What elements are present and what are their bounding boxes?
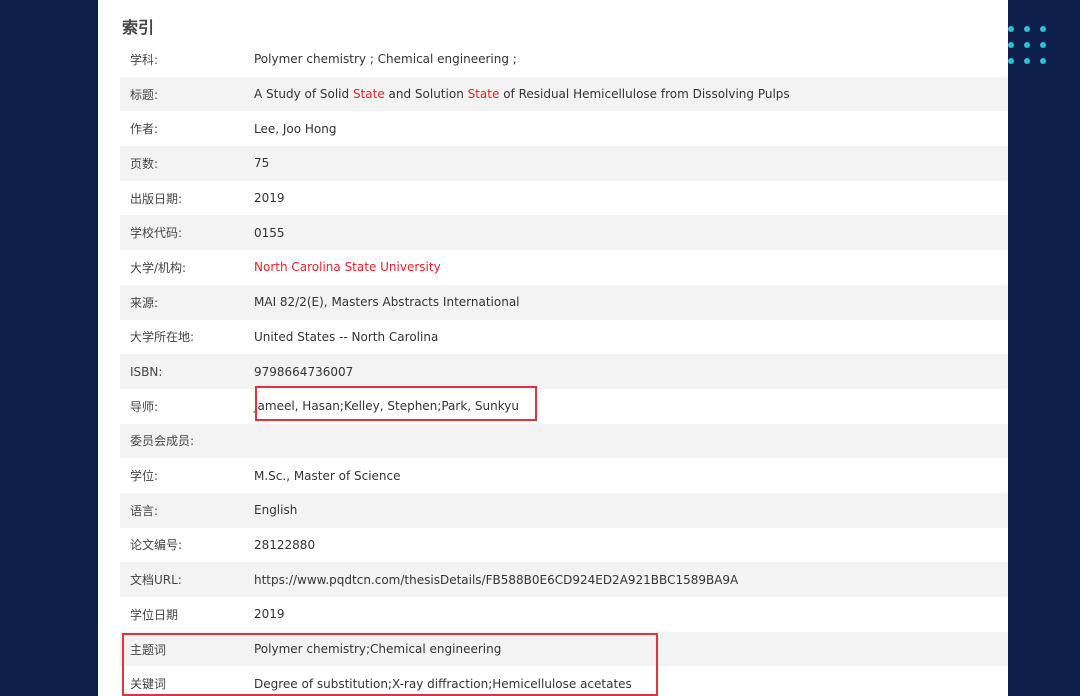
row-value: 75 bbox=[254, 156, 270, 171]
row-value: Lee, Joo Hong bbox=[254, 121, 337, 136]
title-value: A Study of Solid State and Solution Stat… bbox=[254, 87, 790, 102]
row-advisor: 导师: Jameel, Hasan;Kelley, Stephen;Park, … bbox=[120, 389, 1008, 424]
row-label: 大学/机构: bbox=[130, 260, 187, 275]
metadata-table: 学科: Polymer chemistry ; Chemical enginee… bbox=[120, 42, 1008, 696]
row-pages: 页数: 75 bbox=[120, 146, 1008, 181]
row-value: 9798664736007 bbox=[254, 364, 354, 379]
row-isbn: ISBN: 9798664736007 bbox=[120, 354, 1008, 389]
row-value: MAI 82/2(E), Masters Abstracts Internati… bbox=[254, 295, 520, 310]
row-school-code: 学校代码: 0155 bbox=[120, 215, 1008, 251]
row-committee: 委员会成员: bbox=[120, 423, 1008, 459]
row-label: 学科: bbox=[130, 52, 159, 67]
row-label: 标题: bbox=[130, 87, 159, 102]
row-value: United States -- North Carolina bbox=[254, 329, 439, 344]
row-keywords: 关键词 Degree of substitution;X-ray diffrac… bbox=[120, 666, 1008, 696]
row-value: 2019 bbox=[254, 191, 285, 206]
row-label: 论文编号: bbox=[130, 538, 183, 553]
row-label: 出版日期: bbox=[130, 191, 183, 206]
dot bbox=[1008, 42, 1014, 48]
row-label: 语言: bbox=[130, 503, 159, 518]
row-value: 0155 bbox=[254, 225, 285, 240]
row-label: ISBN: bbox=[130, 364, 163, 379]
row-value: 28122880 bbox=[254, 537, 316, 552]
dot bbox=[1040, 42, 1046, 48]
row-value: Degree of substitution;X-ray diffraction… bbox=[254, 676, 632, 691]
row-degree-date: 学位日期 2019 bbox=[120, 597, 1008, 632]
index-panel: 索引 学科: Polymer chemistry ; Chemical engi… bbox=[98, 0, 1008, 696]
row-pub-date: 出版日期: 2019 bbox=[120, 181, 1008, 216]
row-label: 文档URL: bbox=[130, 573, 182, 588]
dot bbox=[1008, 26, 1014, 32]
row-label: 委员会成员: bbox=[130, 434, 195, 449]
dot bbox=[1008, 58, 1014, 64]
decorative-dots bbox=[1008, 26, 1046, 66]
row-label: 学位日期 bbox=[130, 607, 179, 622]
university-link[interactable]: North Carolina State University bbox=[254, 260, 1008, 274]
row-value: 2019 bbox=[254, 607, 285, 622]
doc-url-link[interactable]: https://www.pqdtcn.com/thesisDetails/FB5… bbox=[254, 573, 1008, 587]
row-label: 大学所在地: bbox=[130, 330, 195, 345]
row-author: 作者: Lee, Joo Hong bbox=[120, 111, 1008, 146]
row-label: 主题词 bbox=[130, 642, 167, 657]
dot bbox=[1040, 26, 1046, 32]
row-label: 学位: bbox=[130, 469, 159, 484]
dot bbox=[1040, 58, 1046, 64]
row-source: 来源: MAI 82/2(E), Masters Abstracts Inter… bbox=[120, 284, 1008, 320]
row-subject: 学科: Polymer chemistry ; Chemical enginee… bbox=[120, 42, 1008, 77]
row-university: 大学/机构: North Carolina State University bbox=[120, 250, 1008, 285]
row-label: 导师: bbox=[130, 399, 159, 414]
row-subject-terms: 主题词 Polymer chemistry;Chemical engineeri… bbox=[120, 631, 1008, 667]
row-value: Polymer chemistry ; Chemical engineering… bbox=[254, 52, 517, 67]
row-language: 语言: English bbox=[120, 492, 1008, 528]
dot bbox=[1024, 58, 1030, 64]
row-degree: 学位: M.Sc., Master of Science bbox=[120, 458, 1008, 493]
row-title: 标题: A Study of Solid State and Solution … bbox=[120, 76, 1008, 112]
dot bbox=[1024, 26, 1030, 32]
row-value: Jameel, Hasan;Kelley, Stephen;Park, Sunk… bbox=[254, 399, 519, 414]
row-label: 学校代码: bbox=[130, 226, 183, 241]
row-label: 作者: bbox=[130, 122, 159, 137]
row-value: English bbox=[254, 503, 298, 518]
row-location: 大学所在地: United States -- North Carolina bbox=[120, 320, 1008, 355]
row-label: 来源: bbox=[130, 295, 159, 310]
section-title: 索引 bbox=[122, 18, 155, 37]
row-label: 关键词 bbox=[130, 677, 167, 692]
row-thesis-number: 论文编号: 28122880 bbox=[120, 528, 1008, 563]
row-value: M.Sc., Master of Science bbox=[254, 468, 401, 483]
dot bbox=[1024, 42, 1030, 48]
row-value: Polymer chemistry;Chemical engineering bbox=[254, 642, 502, 657]
row-doc-url: 文档URL: https://www.pqdtcn.com/thesisDeta… bbox=[120, 562, 1008, 597]
row-label: 页数: bbox=[130, 156, 159, 171]
